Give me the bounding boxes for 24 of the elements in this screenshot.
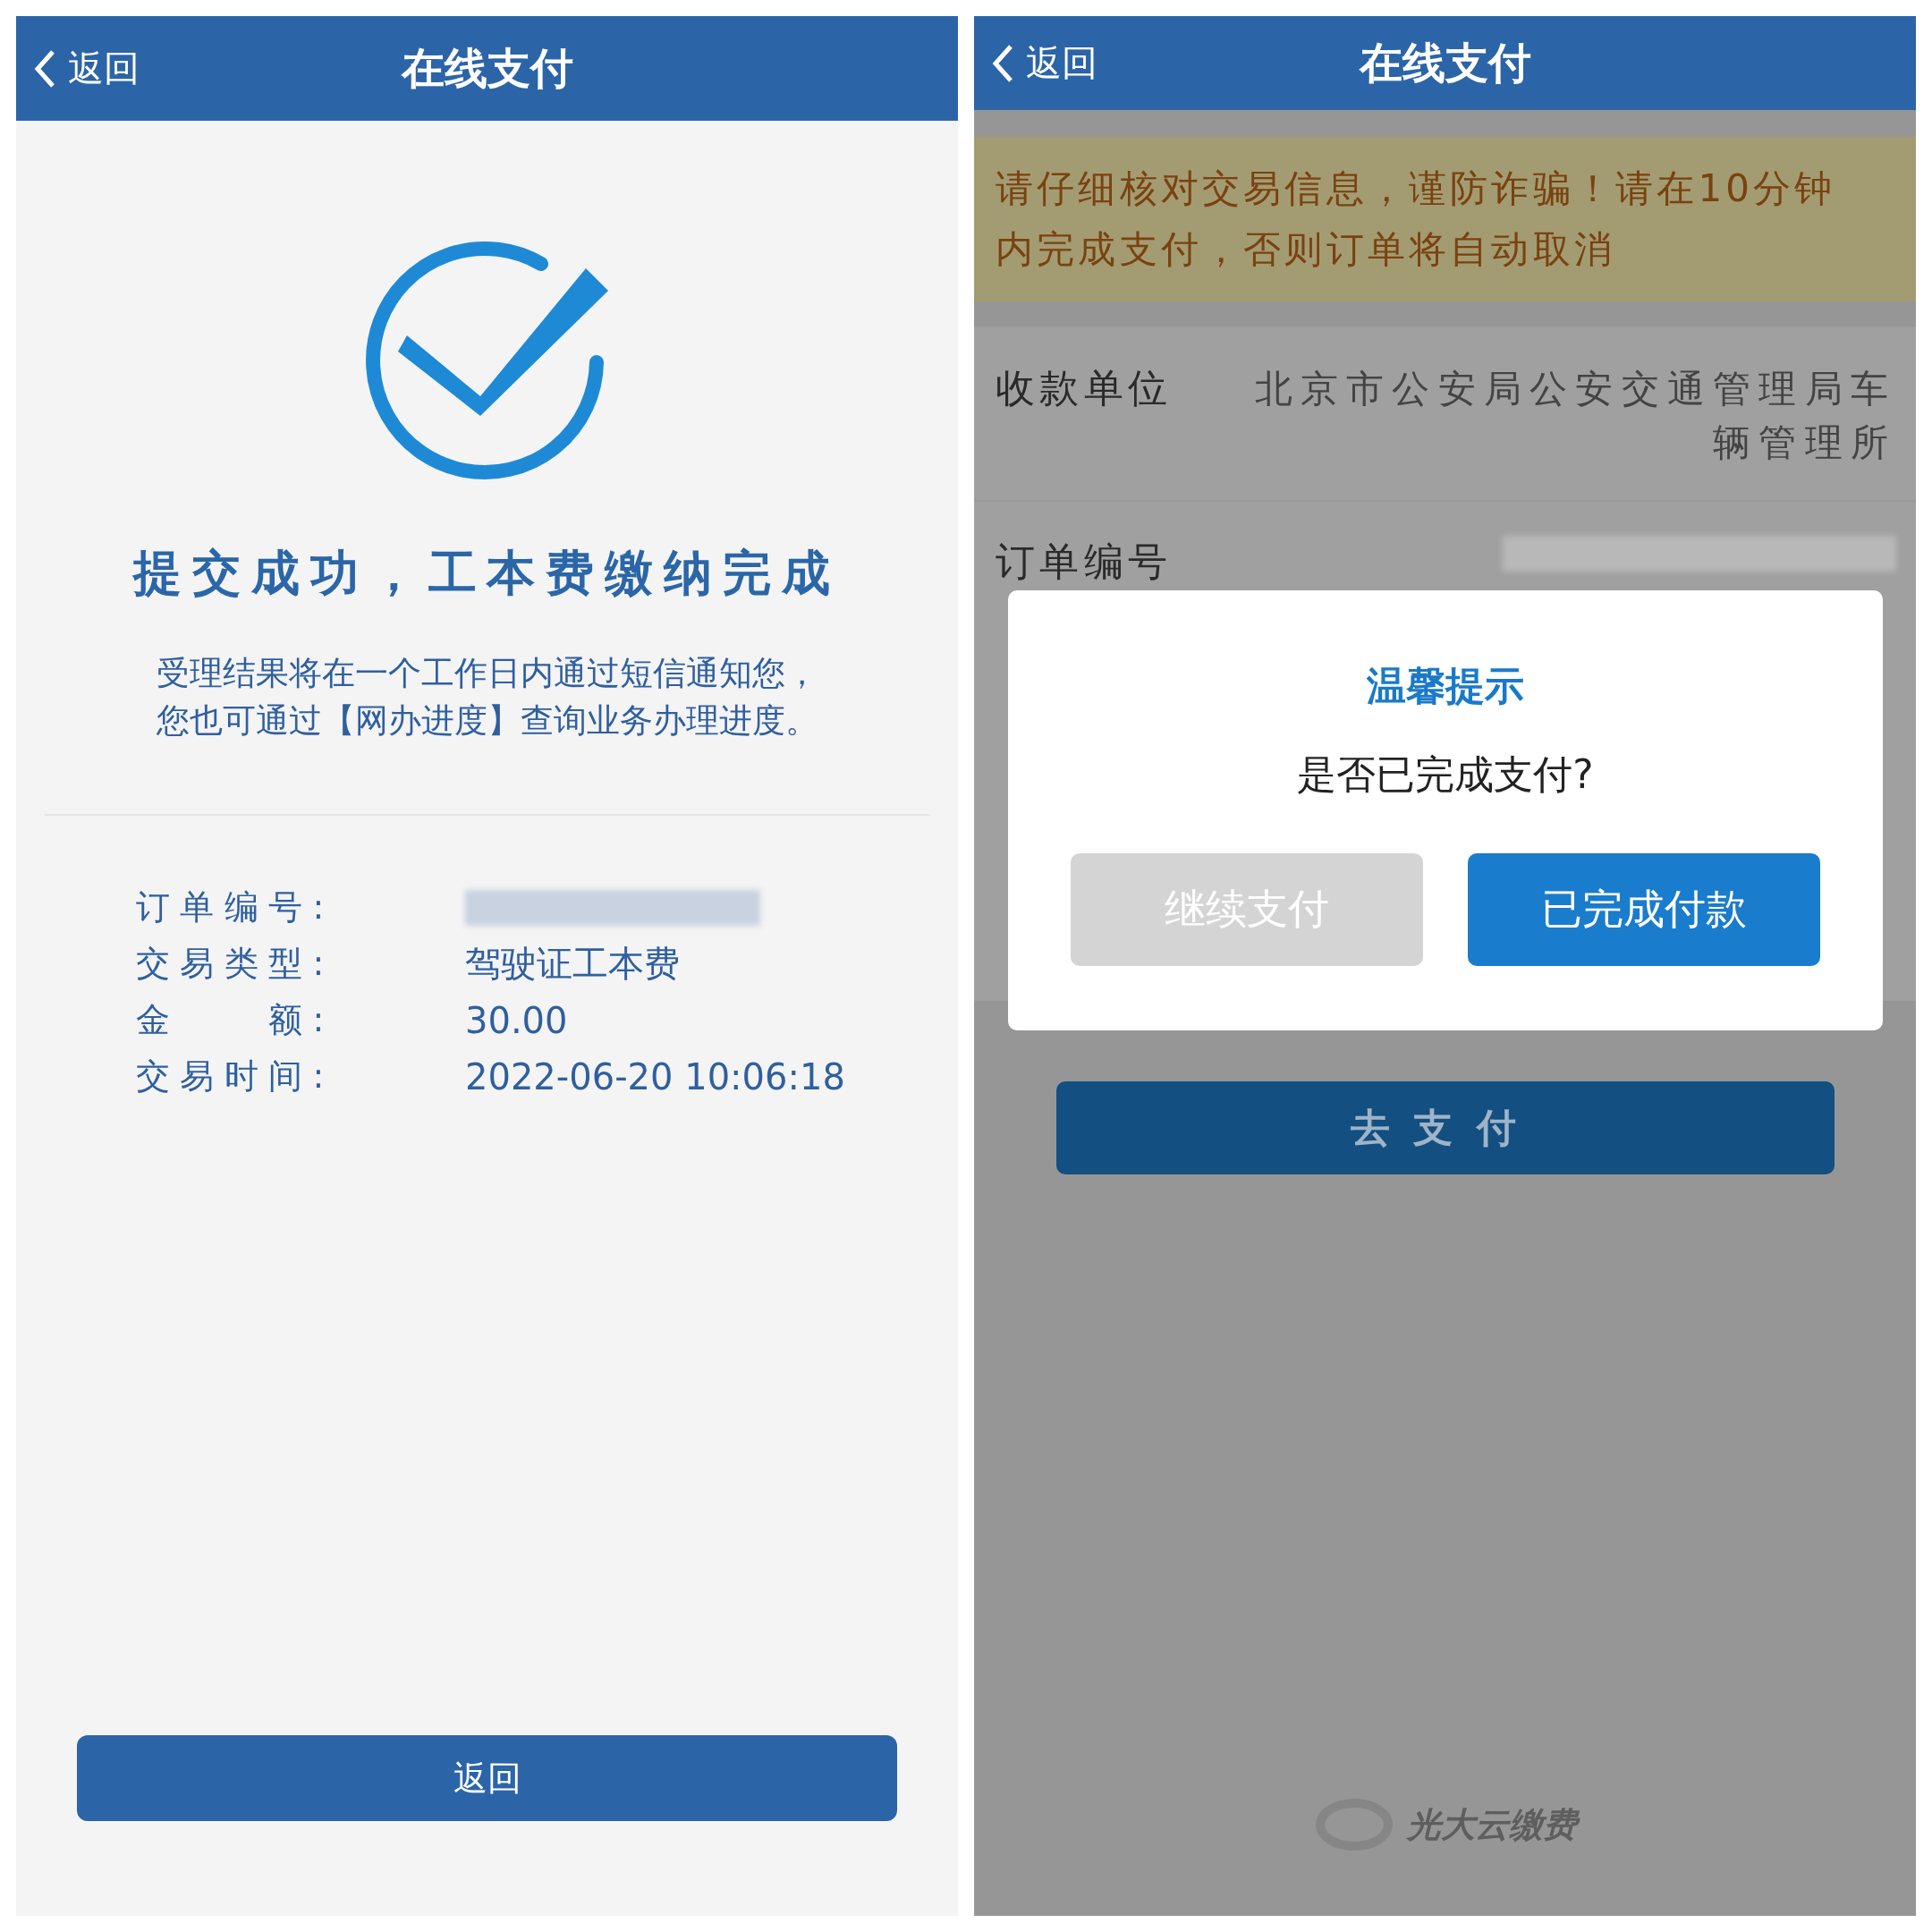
payee-value: 北京市公安局公安交通管理局车辆管理所	[1253, 366, 1896, 466]
back-chevron-icon	[34, 48, 55, 89]
detail-value: 30.00	[465, 999, 568, 1041]
page-title: 在线支付	[1359, 37, 1531, 88]
back-chevron-icon	[992, 43, 1013, 83]
detail-label: 金 额:	[136, 999, 335, 1041]
confirm-button[interactable]: 已完成付款	[1468, 853, 1820, 966]
dialog-title: 温馨提示	[1367, 662, 1524, 710]
back-button[interactable]: 返回	[16, 44, 140, 93]
result-message: 受理结果将在一个工作日内通过短信通知您， 您也可通过【网办进度】查询业务办理进度。	[156, 653, 818, 741]
detail-label: 交易类型:	[136, 943, 335, 985]
payee-label: 收款单位	[996, 364, 1173, 412]
pay-button[interactable]: 去支付	[1055, 1081, 1835, 1174]
success-title: 提交成功，工本费缴纳完成	[133, 544, 841, 603]
detail-value: 2022-06-20 10:06:18	[465, 1055, 845, 1097]
detail-value: 驾驶证工本费	[465, 942, 680, 986]
detail-label: 订单编号:	[136, 886, 335, 928]
dialog-message: 是否已完成支付?	[1297, 750, 1594, 799]
page-title: 在线支付	[401, 42, 573, 93]
order-label: 订单编号	[996, 538, 1173, 586]
warning-notice: 请仔细核对交易信息，谨防诈骗！请在10分钟内完成支付，否则订单将自动取消	[974, 137, 1916, 301]
detail-label: 交易时间:	[136, 1055, 335, 1097]
back-button[interactable]: 返回	[77, 1735, 897, 1821]
back-button[interactable]: 返回	[974, 38, 1097, 88]
